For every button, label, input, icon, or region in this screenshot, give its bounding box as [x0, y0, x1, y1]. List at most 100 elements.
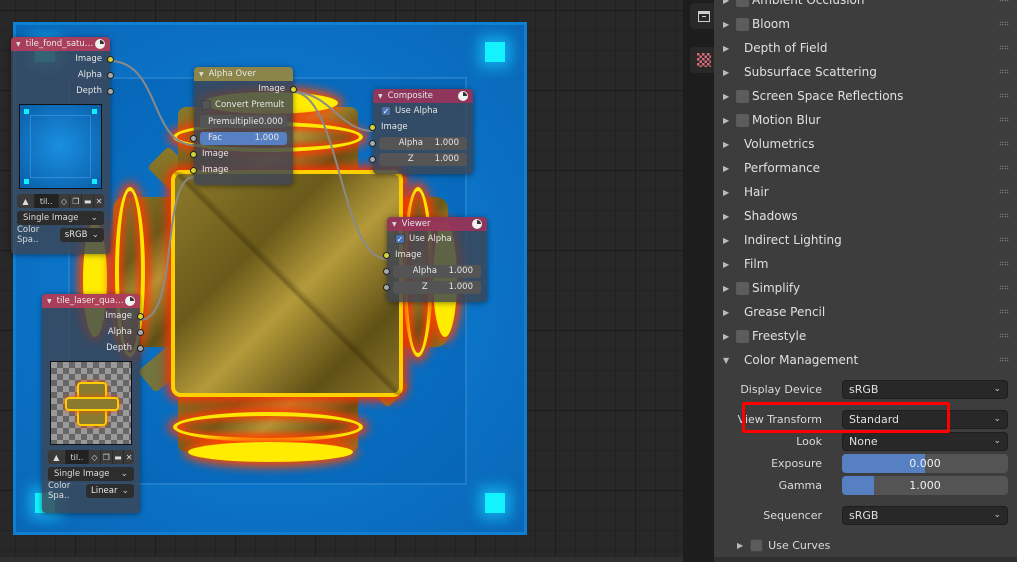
use-curves-checkbox[interactable]	[750, 538, 764, 552]
source-dropdown[interactable]: Single Image ⌄	[48, 467, 134, 481]
convert-premultiplied-checkbox[interactable]: Convert Premulti...	[194, 97, 293, 113]
collapse-icon[interactable]: ▼	[47, 298, 52, 305]
image-name-field[interactable]: til..	[65, 450, 90, 464]
socket[interactable]	[107, 71, 114, 79]
panel-screen-space-reflections[interactable]: ▶ Screen Space Reflections	[714, 84, 1017, 108]
panel-bloom[interactable]: ▶ Bloom	[714, 12, 1017, 36]
drag-handle-icon[interactable]	[999, 357, 1009, 362]
expand-arrow-icon[interactable]: ▶	[723, 236, 731, 245]
collapse-icon[interactable]: ▼	[199, 71, 204, 78]
panel-shadows[interactable]: ▶ Shadows	[714, 204, 1017, 228]
expand-arrow-icon[interactable]: ▶	[723, 68, 731, 77]
expand-arrow-icon[interactable]: ▶	[723, 20, 731, 29]
drag-handle-icon[interactable]	[999, 45, 1009, 50]
expand-arrow-icon[interactable]: ▶	[723, 188, 731, 197]
panel-ambient-occlusion[interactable]: ▶ Ambient Occlusion	[714, 0, 1017, 12]
node-editor-canvas[interactable]: ▼ tile_fond_saturee... Image Alpha Depth…	[0, 0, 683, 562]
socket[interactable]	[383, 283, 390, 291]
alpha-field[interactable]: Alpha 1.000	[379, 136, 467, 150]
socket[interactable]	[107, 87, 114, 95]
socket[interactable]	[383, 267, 390, 275]
expand-arrow-icon[interactable]: ▶	[723, 284, 731, 293]
socket[interactable]	[190, 150, 197, 158]
socket[interactable]	[290, 85, 297, 93]
composite-node[interactable]: ▼ Composite ✓ Use Alpha Image Alpha 1.000 …	[369, 89, 473, 174]
panel-enable-checkbox[interactable]	[736, 17, 749, 31]
gamma-slider[interactable]: 1.000	[842, 475, 1008, 495]
expand-arrow-icon[interactable]: ▶	[723, 260, 731, 269]
preview-toggle-icon[interactable]	[472, 219, 482, 229]
socket[interactable]	[190, 166, 197, 174]
socket[interactable]	[190, 134, 197, 142]
viewer-node[interactable]: ▼ Viewer ✓ Use Alpha Image Alpha 1.000 Z 1.…	[383, 217, 487, 302]
collapse-icon[interactable]: ▼	[378, 93, 383, 100]
image-node-laser[interactable]: ▼ tile_laser_quad_5... Image Alpha Depth…	[42, 294, 144, 513]
node-header[interactable]: ▼ tile_fond_saturee...	[11, 37, 110, 51]
image-name-field[interactable]: til..	[34, 194, 59, 208]
panel-enable-checkbox[interactable]	[736, 0, 749, 7]
drag-handle-icon[interactable]	[999, 237, 1009, 242]
panel-simplify[interactable]: ▶ Simplify	[714, 276, 1017, 300]
sequencer-dropdown[interactable]: sRGB ⌄	[842, 505, 1008, 525]
look-dropdown[interactable]: None ⌄	[842, 431, 1008, 451]
socket[interactable]	[137, 328, 144, 336]
collapse-icon[interactable]: ▼	[16, 41, 21, 48]
socket[interactable]	[107, 55, 114, 63]
panel-enable-checkbox[interactable]	[736, 329, 749, 343]
use-curves-subpanel[interactable]: ▶ Use Curves	[714, 535, 1017, 555]
panel-hair[interactable]: ▶ Hair	[714, 180, 1017, 204]
panel-performance[interactable]: ▶ Performance	[714, 156, 1017, 180]
image-node-fond[interactable]: ▼ tile_fond_saturee... Image Alpha Depth…	[11, 37, 114, 254]
panel-indirect-lighting[interactable]: ▶ Indirect Lighting	[714, 228, 1017, 252]
exposure-slider[interactable]: 0.000	[842, 453, 1008, 473]
expand-arrow-icon[interactable]: ▶	[737, 541, 743, 550]
node-header[interactable]: ▼ tile_laser_quad_5...	[42, 294, 140, 308]
drag-handle-icon[interactable]	[999, 309, 1009, 314]
drag-handle-icon[interactable]	[999, 213, 1009, 218]
node-header[interactable]: ▼ Alpha Over	[194, 67, 293, 81]
open-folder-icon[interactable]: ▬	[113, 450, 125, 464]
color-space-dropdown[interactable]: sRGB ⌄	[59, 228, 104, 242]
drag-handle-icon[interactable]	[999, 21, 1009, 26]
drag-handle-icon[interactable]	[999, 333, 1009, 338]
expand-arrow-icon[interactable]: ▶	[723, 0, 731, 5]
panel-motion-blur[interactable]: ▶ Motion Blur	[714, 108, 1017, 132]
preview-toggle-icon[interactable]	[125, 296, 135, 306]
drag-handle-icon[interactable]	[999, 0, 1009, 2]
expand-arrow-icon[interactable]: ▶	[723, 164, 731, 173]
unlink-icon[interactable]: ✕	[94, 194, 104, 208]
preview-toggle-icon[interactable]	[95, 39, 105, 49]
socket[interactable]	[369, 139, 376, 147]
drag-handle-icon[interactable]	[999, 261, 1009, 266]
panel-freestyle[interactable]: ▶ Freestyle	[714, 324, 1017, 348]
drag-handle-icon[interactable]	[999, 165, 1009, 170]
image-browse-icon[interactable]: ▲	[48, 450, 66, 464]
collapse-icon[interactable]: ▼	[392, 221, 397, 228]
alpha-over-node[interactable]: ▼ Alpha Over Image Convert Premulti... P…	[190, 67, 297, 185]
panel-subsurface-scattering[interactable]: ▶ Subsurface Scattering	[714, 60, 1017, 84]
preview-toggle-icon[interactable]	[458, 91, 468, 101]
duplicate-icon[interactable]: ❐	[70, 194, 83, 208]
premultiply-field[interactable]: Premultiplie 0.000	[200, 115, 287, 128]
fake-user-icon[interactable]: ◇	[59, 194, 71, 208]
expand-arrow-icon[interactable]: ▶	[723, 332, 731, 341]
unlink-icon[interactable]: ✕	[124, 450, 134, 464]
socket[interactable]	[383, 251, 390, 259]
drag-handle-icon[interactable]	[999, 141, 1009, 146]
display-device-dropdown[interactable]: sRGB ⌄	[842, 379, 1008, 399]
drag-handle-icon[interactable]	[999, 285, 1009, 290]
expand-arrow-icon[interactable]: ▶	[723, 44, 731, 53]
checkbox[interactable]	[202, 100, 212, 110]
duplicate-icon[interactable]: ❐	[101, 450, 113, 464]
drag-handle-icon[interactable]	[999, 117, 1009, 122]
drag-handle-icon[interactable]	[999, 69, 1009, 74]
drag-handle-icon[interactable]	[999, 93, 1009, 98]
fac-slider[interactable]: Fac 1.000	[200, 131, 287, 145]
drag-handle-icon[interactable]	[999, 189, 1009, 194]
socket[interactable]	[369, 123, 376, 131]
socket[interactable]	[137, 312, 144, 320]
color-space-dropdown[interactable]: Linear ⌄	[86, 484, 134, 498]
expand-arrow-icon[interactable]: ▶	[723, 116, 731, 125]
fake-user-icon[interactable]: ◇	[89, 450, 101, 464]
image-browse-icon[interactable]: ▲	[17, 194, 35, 208]
